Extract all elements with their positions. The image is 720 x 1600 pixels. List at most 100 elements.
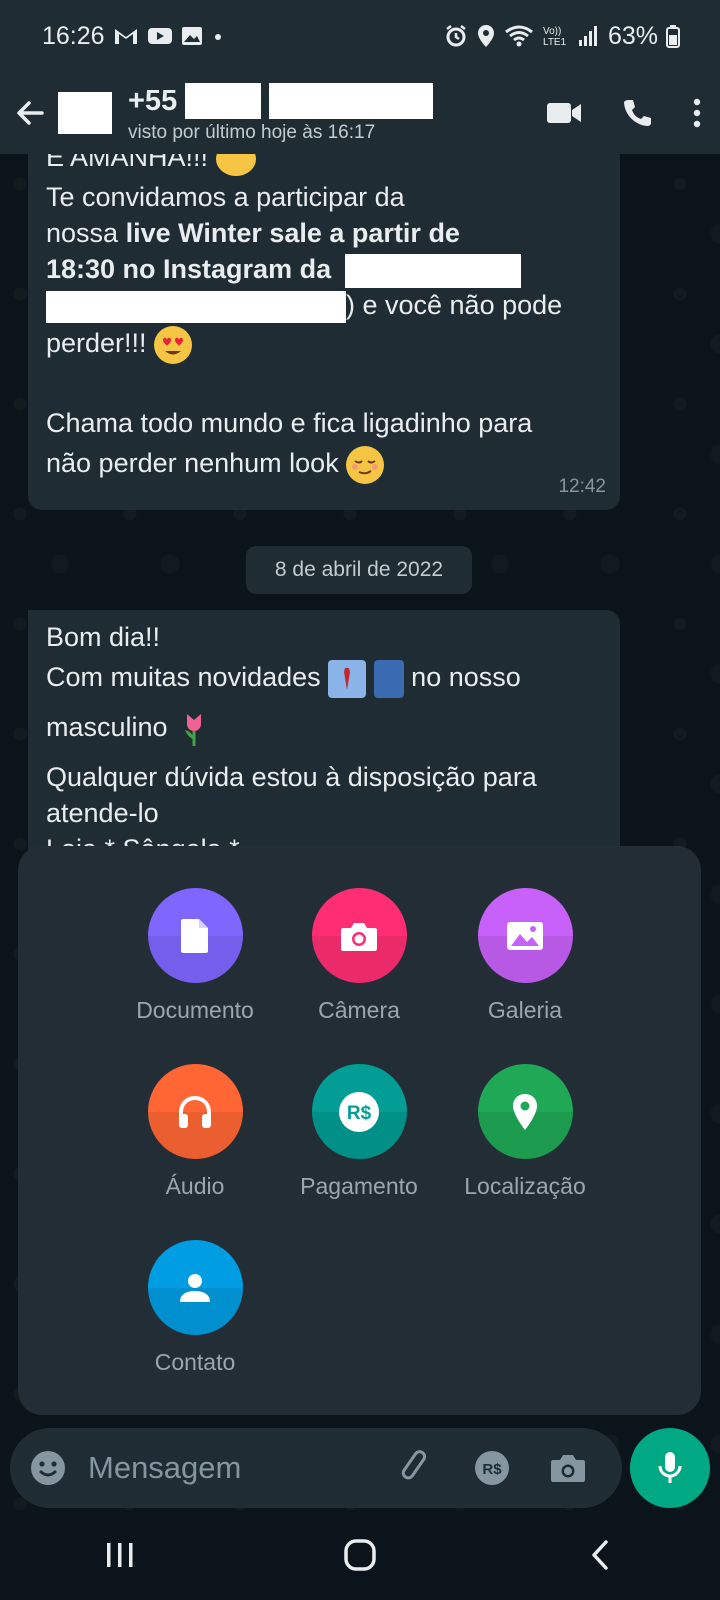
date-separator: 8 de abril de 2022 (246, 546, 472, 594)
last-seen: visto por último hoje às 16:17 (128, 122, 376, 143)
attach-camera[interactable]: Câmera (284, 888, 434, 1024)
svg-text:LTE1: LTE1 (543, 37, 567, 48)
voice-call-button[interactable] (622, 98, 652, 128)
recents-button[interactable] (75, 1525, 165, 1585)
payment-icon: R$ (475, 1451, 509, 1485)
headphones-icon (179, 1095, 211, 1128)
message-time: 12:42 (558, 476, 606, 498)
contact-name: +55 (128, 84, 178, 117)
volte-icon: Vo)) LTE1 (542, 24, 570, 48)
gallery-button[interactable] (477, 888, 573, 983)
message-line: perder!!! (46, 326, 193, 364)
signal-icon (578, 24, 600, 48)
back-nav-button[interactable] (555, 1525, 645, 1585)
redacted-block (344, 253, 521, 288)
dot-icon (211, 26, 225, 46)
camera-icon (341, 922, 377, 951)
camera-shortcut-button[interactable] (548, 1448, 588, 1488)
gmail-icon (113, 26, 139, 46)
message-line: não perder nenhum look (46, 446, 385, 484)
payment-shortcut-button[interactable]: R$ (472, 1448, 512, 1488)
message-line: Chama todo mundo e fica ligadinho para (46, 408, 533, 438)
status-right: Vo)) LTE1 63% (444, 22, 680, 51)
gallery-icon (507, 921, 543, 950)
document-button[interactable] (147, 888, 243, 983)
message-line: 18:30 no Instagram da (46, 252, 521, 288)
attach-document[interactable]: Documento (120, 888, 270, 1024)
message-input[interactable] (88, 1450, 388, 1486)
back-chevron-icon (592, 1540, 608, 1570)
video-call-icon (547, 103, 581, 123)
more-options-button[interactable] (692, 98, 702, 128)
heart-eyes-emoji-icon (154, 326, 193, 364)
redacted-block (185, 83, 262, 119)
message-composer: R$ (10, 1428, 622, 1508)
tulip-emoji-icon (175, 710, 213, 748)
attach-contact[interactable]: Contato (120, 1240, 270, 1376)
payment-icon: R$ (339, 1091, 379, 1132)
back-button[interactable] (2, 83, 58, 143)
wifi-icon (504, 24, 534, 48)
attach-label: Contato (154, 1349, 236, 1375)
message-line: ) e você não pode (46, 288, 562, 323)
attach-gallery[interactable]: Galeria (450, 888, 600, 1024)
chat-header: +55 visto por último hoje às 16:17 (0, 72, 720, 154)
message-line: Bom dia!! (46, 622, 161, 652)
gallery-icon (181, 26, 203, 46)
redacted-block (269, 83, 434, 119)
attach-button[interactable] (396, 1448, 436, 1488)
contact-icon (180, 1273, 210, 1302)
battery-icon (666, 24, 680, 48)
video-call-button[interactable] (546, 100, 582, 126)
jeans-emoji-icon (373, 660, 404, 698)
message-line: Te convidamos a participar da (46, 182, 405, 212)
relieved-emoji-icon (346, 446, 385, 484)
message-line: nossa live Winter sale a partir de (46, 218, 460, 248)
shirt-tie-emoji-icon (328, 660, 367, 698)
home-button[interactable] (315, 1525, 405, 1585)
voice-record-button[interactable] (630, 1428, 710, 1508)
emoji-button[interactable] (28, 1448, 68, 1488)
svg-text:R$: R$ (347, 1103, 372, 1124)
attach-payment[interactable]: R$ Pagamento (284, 1064, 434, 1200)
more-vert-icon (693, 98, 701, 128)
message-bubble[interactable]: E AMANHA!!! Te convidamos a participar d… (28, 154, 620, 510)
recents-icon (107, 1543, 133, 1567)
home-icon (344, 1539, 376, 1571)
voice-call-icon (624, 100, 651, 126)
svg-text:R$: R$ (482, 1461, 502, 1478)
attach-location[interactable]: Localização (450, 1064, 600, 1200)
location-pin-icon (513, 1093, 537, 1130)
system-navigation-bar (0, 1510, 720, 1600)
attachment-menu: Documento Câmera Galeria Áudio R$ Pagame… (18, 846, 701, 1415)
paperclip-icon (401, 1450, 427, 1480)
back-arrow-icon (17, 101, 44, 125)
battery-percent: 63% (607, 21, 658, 50)
grinning-sweat-emoji-icon (215, 154, 256, 176)
camera-button[interactable] (311, 888, 407, 983)
message-bubble[interactable]: Bom dia!! Com muitas novidades no nosso … (28, 610, 620, 870)
svg-text:Vo)): Vo)) (543, 26, 561, 37)
attach-label: Áudio (165, 1173, 225, 1199)
status-left: 16:26 (42, 22, 225, 51)
attach-label: Documento (136, 997, 254, 1023)
audio-button[interactable] (147, 1064, 243, 1159)
location-button[interactable] (477, 1064, 573, 1159)
message-line: E AMANHA!!! (46, 154, 256, 176)
document-icon (181, 918, 208, 953)
camera-icon (551, 1455, 585, 1482)
payment-button[interactable]: R$ (311, 1064, 407, 1159)
avatar[interactable] (58, 92, 112, 134)
contact-button[interactable] (147, 1240, 243, 1335)
attach-audio[interactable]: Áudio (120, 1064, 270, 1200)
location-icon (476, 24, 496, 48)
status-bar: 16:26 Vo)) LTE1 63% (0, 0, 720, 72)
redacted-block (46, 290, 346, 323)
message-line: Qualquer dúvida estou à disposição para (46, 762, 537, 792)
attach-label: Galeria (487, 997, 563, 1023)
youtube-icon (147, 26, 173, 46)
attach-label: Pagamento (300, 1173, 418, 1199)
status-time: 16:26 (42, 21, 105, 50)
alarm-icon (444, 24, 468, 48)
contact-info[interactable]: +55 visto por último hoje às 16:17 (128, 82, 434, 144)
